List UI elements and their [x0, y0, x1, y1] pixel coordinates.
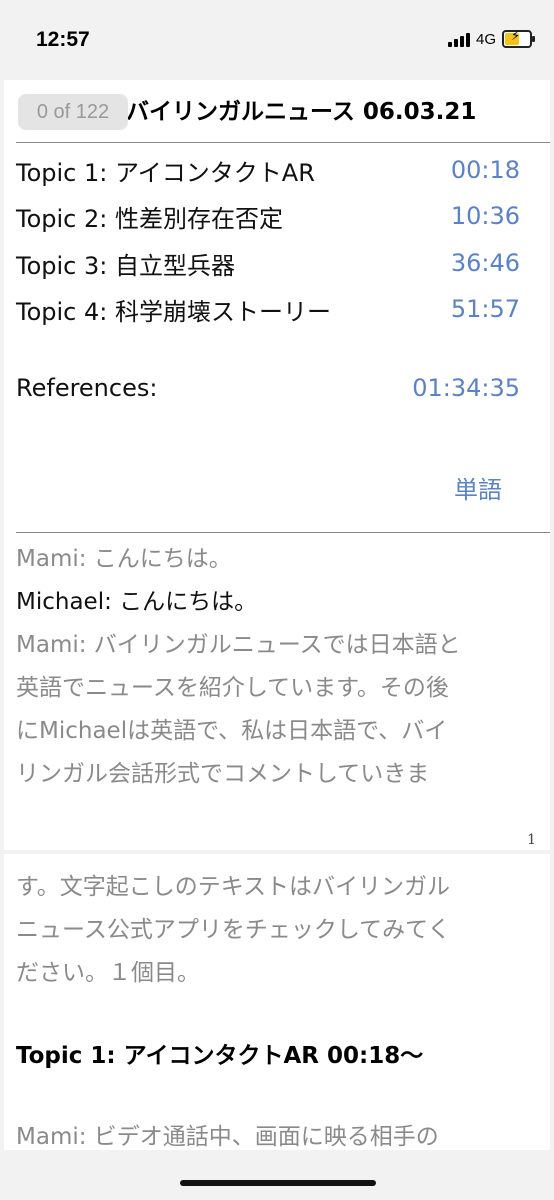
references-label: References: [16, 374, 158, 402]
transcript-line: Mami: こんにちは。 [16, 546, 232, 572]
topic-label: Topic 4: 科学崩壊ストーリー [16, 297, 331, 326]
transcript-body: Mami: こんにちは。 Michael: こんにちは。 Mami: バイリンガ… [16, 538, 536, 796]
home-indicator[interactable] [180, 1180, 376, 1186]
divider [16, 532, 550, 533]
transcript-line: にMichaelは英語で、私は日本語で、バイ [16, 718, 448, 744]
transcript-line: Mami: バイリンガルニュースでは日本語と [16, 632, 461, 658]
status-indicators: 4G ⚡ [447, 29, 535, 48]
vocabulary-link[interactable]: 単語 [454, 470, 502, 505]
page-number: 1 [527, 832, 536, 848]
divider [16, 142, 550, 143]
transcript-line: ニュース公式アプリをチェックしてみてく [16, 917, 451, 943]
status-time: 12:57 [36, 28, 90, 51]
transcript-line: ださい。１個目。 [16, 960, 200, 986]
topic-label: Topic 3: 自立型兵器 [16, 251, 235, 280]
page-counter: 0 of 122 [18, 94, 128, 130]
battery-charging-icon: ⚡ [502, 29, 535, 48]
topic-label: Topic 2: 性差別存在否定 [16, 204, 283, 233]
topic-row-4[interactable]: Topic 4: 科学崩壊ストーリー 51:57 [16, 289, 520, 329]
pdf-page-2[interactable]: す。文字起こしのテキストはバイリンガル ニュース公式アプリをチェックしてみてく … [4, 854, 550, 1150]
section-heading: Topic 1: アイコンタクトAR 00:18〜 [16, 1043, 424, 1069]
timestamp-link[interactable]: 10:36 [451, 202, 520, 230]
transcript-line: Mami: ビデオ通話中、画面に映る相手の [16, 1124, 439, 1150]
pdf-page-1[interactable]: バイリンガルニュース 06.03.21 0 of 122 Topic 1: アイ… [4, 80, 550, 850]
transcript-body: す。文字起こしのテキストはバイリンガル ニュース公式アプリをチェックしてみてく … [16, 866, 536, 995]
timestamp-link[interactable]: 51:57 [451, 295, 520, 323]
signal-icon [447, 31, 470, 47]
network-type: 4G [475, 30, 496, 48]
references-row[interactable]: References: 01:34:35 [16, 368, 520, 408]
document-title: バイリンガルニュース 06.03.21 [126, 99, 477, 125]
timestamp-link[interactable]: 36:46 [451, 249, 520, 277]
transcript-line: す。文字起こしのテキストはバイリンガル [16, 874, 451, 900]
timestamp-link[interactable]: 00:18 [451, 156, 520, 184]
transcript-body: Mami: ビデオ通話中、画面に映る相手の [16, 1116, 536, 1159]
transcript-line: 英語でニュースを紹介しています。その後 [16, 675, 449, 701]
transcript-line: Michael: こんにちは。 [16, 589, 258, 615]
topic-row-1[interactable]: Topic 1: アイコンタクトAR 00:18 [16, 150, 520, 190]
status-bar: 12:57 4G ⚡ [0, 0, 554, 80]
transcript-line: リンガル会話形式でコメントしていきま [16, 761, 430, 787]
topic-row-3[interactable]: Topic 3: 自立型兵器 36:46 [16, 243, 520, 283]
topic-row-2[interactable]: Topic 2: 性差別存在否定 10:36 [16, 196, 520, 236]
timestamp-link[interactable]: 01:34:35 [412, 374, 520, 402]
topic-label: Topic 1: アイコンタクトAR [16, 158, 315, 187]
